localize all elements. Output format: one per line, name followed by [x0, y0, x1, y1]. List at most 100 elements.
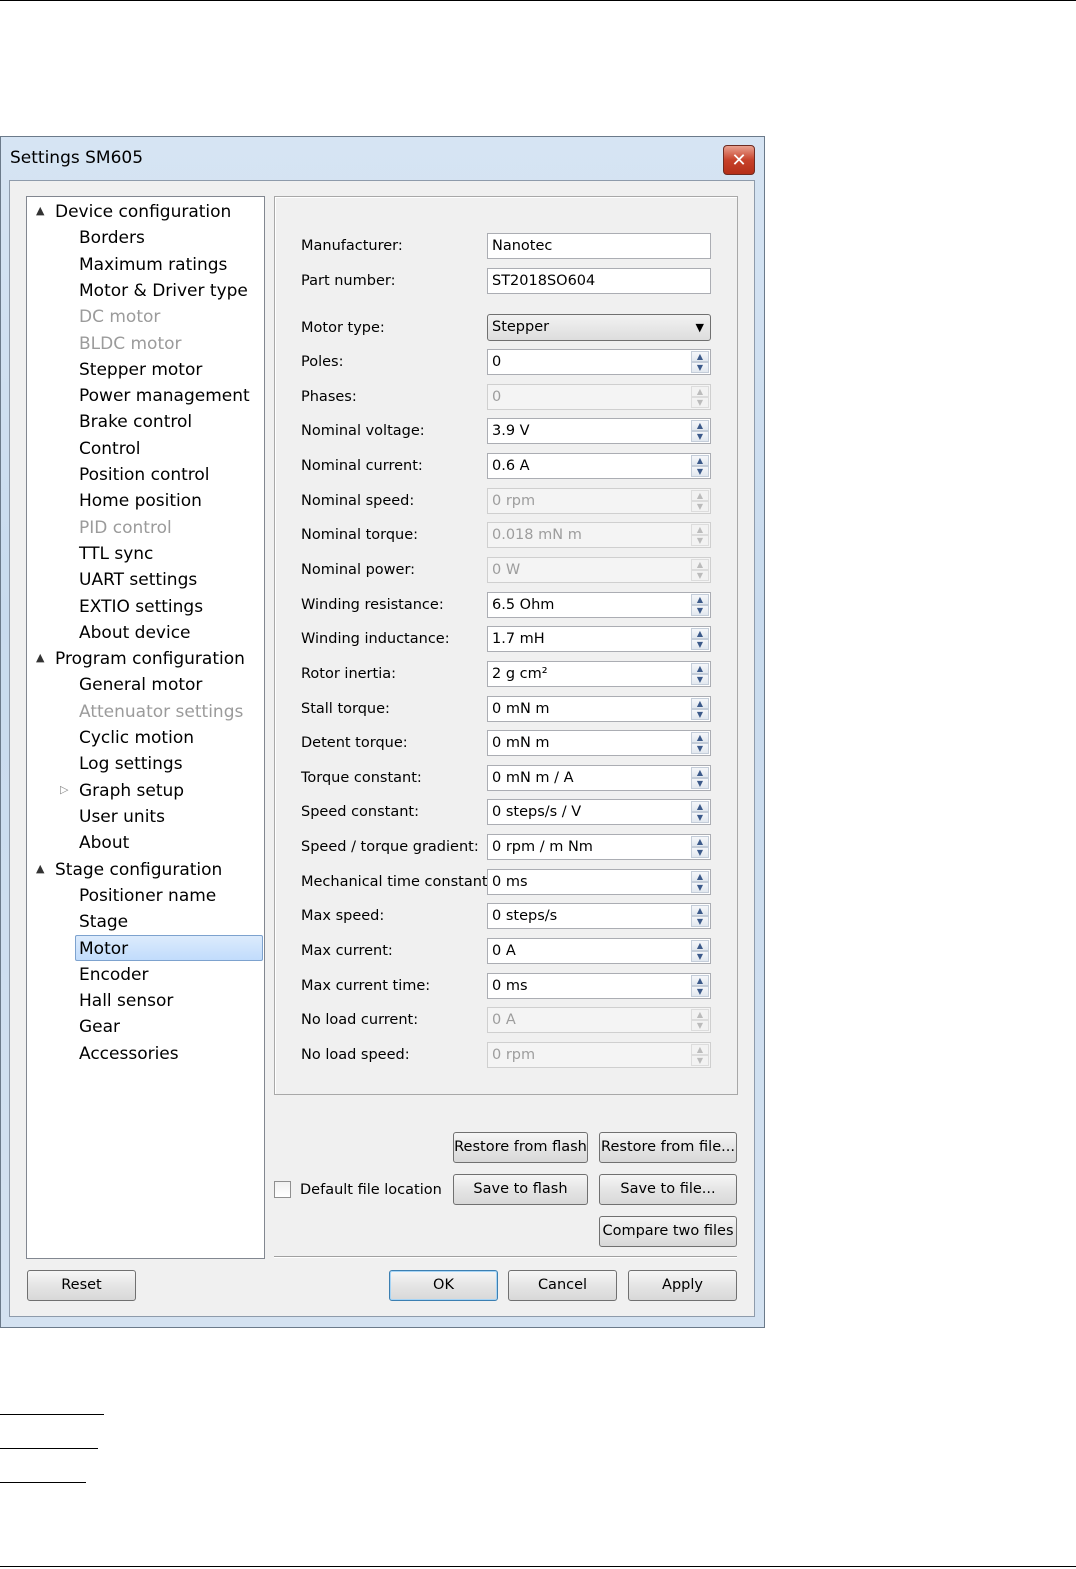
spin-up-icon[interactable]: ▲: [691, 663, 709, 674]
spin-input[interactable]: 0 rpm / m Nm ▲ ▼: [487, 834, 711, 860]
spin-input[interactable]: 0 steps/s ▲ ▼: [487, 903, 711, 929]
tree-item[interactable]: Motor: [75, 935, 263, 961]
spin-input[interactable]: 6.5 Ohm ▲ ▼: [487, 592, 711, 618]
spin-down-icon[interactable]: ▼: [691, 674, 709, 685]
tree-item[interactable]: TTL sync: [79, 541, 153, 567]
spin-buttons[interactable]: ▲ ▼: [691, 628, 709, 650]
tree-item[interactable]: Encoder: [79, 962, 149, 988]
spin-down-icon[interactable]: ▼: [691, 639, 709, 650]
spin-down-icon[interactable]: ▼: [691, 882, 709, 893]
spin-input[interactable]: 3.9 V ▲ ▼: [487, 418, 711, 444]
spin-buttons[interactable]: ▲ ▼: [691, 351, 709, 373]
tree-item[interactable]: Stage: [79, 909, 128, 935]
spin-buttons[interactable]: ▲ ▼: [691, 732, 709, 754]
tree-item[interactable]: PID control: [79, 515, 172, 541]
tree-item[interactable]: EXTIO settings: [79, 594, 203, 620]
tree-item[interactable]: Brake control: [79, 409, 192, 435]
spin-up-icon[interactable]: ▲: [691, 628, 709, 639]
cancel-button[interactable]: Cancel: [508, 1270, 617, 1301]
tree-item[interactable]: Home position: [79, 488, 202, 514]
tree-item[interactable]: Motor & Driver type: [79, 278, 248, 304]
collapse-arrow-icon[interactable]: ▲: [36, 204, 44, 217]
tree-item[interactable]: Cyclic motion: [79, 725, 194, 751]
default-file-location-checkbox[interactable]: [274, 1181, 291, 1198]
spin-down-icon[interactable]: ▼: [691, 847, 709, 858]
spin-up-icon[interactable]: ▲: [691, 698, 709, 709]
tree-item[interactable]: About: [79, 830, 129, 856]
tree-item[interactable]: Stage configuration: [55, 857, 222, 883]
reset-button[interactable]: Reset: [27, 1270, 136, 1301]
spin-up-icon[interactable]: ▲: [691, 420, 709, 431]
spin-up-icon[interactable]: ▲: [691, 351, 709, 362]
close-button[interactable]: ✕: [723, 145, 755, 175]
manufacturer-input[interactable]: Nanotec: [487, 233, 711, 259]
spin-up-icon[interactable]: ▲: [691, 767, 709, 778]
spin-input[interactable]: 0 mN m ▲ ▼: [487, 696, 711, 722]
ok-button[interactable]: OK: [389, 1270, 498, 1301]
apply-button[interactable]: Apply: [628, 1270, 737, 1301]
spin-down-icon[interactable]: ▼: [691, 362, 709, 373]
spin-up-icon[interactable]: ▲: [691, 836, 709, 847]
tree-item[interactable]: Graph setup: [79, 778, 184, 804]
spin-up-icon[interactable]: ▲: [691, 594, 709, 605]
tree-item[interactable]: Position control: [79, 462, 210, 488]
spin-up-icon[interactable]: ▲: [691, 871, 709, 882]
tree-item[interactable]: Program configuration: [55, 646, 245, 672]
spin-buttons[interactable]: ▲ ▼: [691, 594, 709, 616]
spin-input[interactable]: 0 ▲ ▼: [487, 349, 711, 375]
spin-down-icon[interactable]: ▼: [691, 709, 709, 720]
tree-item[interactable]: Control: [79, 436, 140, 462]
restore-from-flash-button[interactable]: Restore from flash: [453, 1132, 588, 1163]
spin-up-icon[interactable]: ▲: [691, 455, 709, 466]
spin-down-icon[interactable]: ▼: [691, 951, 709, 962]
spin-buttons[interactable]: ▲ ▼: [691, 975, 709, 997]
spin-input[interactable]: 2 g cm² ▲ ▼: [487, 661, 711, 687]
spin-input[interactable]: 0 ms ▲ ▼: [487, 973, 711, 999]
spin-up-icon[interactable]: ▲: [691, 905, 709, 916]
tree-item[interactable]: Gear: [79, 1014, 120, 1040]
collapse-arrow-icon[interactable]: ▲: [36, 862, 44, 875]
spin-buttons[interactable]: ▲ ▼: [691, 420, 709, 442]
spin-buttons[interactable]: ▲ ▼: [691, 836, 709, 858]
tree-item[interactable]: Accessories: [79, 1041, 179, 1067]
tree-item[interactable]: Log settings: [79, 751, 183, 777]
tree-item[interactable]: BLDC motor: [79, 331, 182, 357]
spin-buttons[interactable]: ▲ ▼: [691, 455, 709, 477]
spin-buttons[interactable]: ▲ ▼: [691, 801, 709, 823]
spin-buttons[interactable]: ▲ ▼: [691, 698, 709, 720]
tree-item[interactable]: DC motor: [79, 304, 160, 330]
spin-buttons[interactable]: ▲ ▼: [691, 905, 709, 927]
spin-down-icon[interactable]: ▼: [691, 466, 709, 477]
tree-item[interactable]: Device configuration: [55, 199, 231, 225]
save-to-file-button[interactable]: Save to file...: [599, 1174, 737, 1205]
spin-buttons[interactable]: ▲ ▼: [691, 871, 709, 893]
spin-down-icon[interactable]: ▼: [691, 778, 709, 789]
tree-item[interactable]: Maximum ratings: [79, 252, 227, 278]
restore-from-file-button[interactable]: Restore from file...: [599, 1132, 737, 1163]
spin-down-icon[interactable]: ▼: [691, 812, 709, 823]
spin-input[interactable]: 1.7 mH ▲ ▼: [487, 626, 711, 652]
spin-down-icon[interactable]: ▼: [691, 986, 709, 997]
spin-input[interactable]: 0 A ▲ ▼: [487, 938, 711, 964]
tree-item[interactable]: About device: [79, 620, 191, 646]
tree-item[interactable]: Stepper motor: [79, 357, 202, 383]
save-to-flash-button[interactable]: Save to flash: [453, 1174, 588, 1205]
expand-arrow-icon[interactable]: ▷: [60, 783, 68, 796]
spin-up-icon[interactable]: ▲: [691, 801, 709, 812]
tree-item[interactable]: General motor: [79, 672, 202, 698]
spin-up-icon[interactable]: ▲: [691, 732, 709, 743]
collapse-arrow-icon[interactable]: ▲: [36, 651, 44, 664]
spin-buttons[interactable]: ▲ ▼: [691, 940, 709, 962]
tree-item[interactable]: Positioner name: [79, 883, 216, 909]
tree-item[interactable]: Power management: [79, 383, 250, 409]
spin-input[interactable]: 0 steps/s / V ▲ ▼: [487, 799, 711, 825]
part-number-input[interactable]: ST2018SO604: [487, 268, 711, 294]
spin-up-icon[interactable]: ▲: [691, 975, 709, 986]
spin-down-icon[interactable]: ▼: [691, 431, 709, 442]
compare-two-files-button[interactable]: Compare two files: [599, 1216, 737, 1247]
spin-buttons[interactable]: ▲ ▼: [691, 663, 709, 685]
motor-type-select[interactable]: Stepper ▼: [487, 314, 711, 341]
spin-input[interactable]: 0.6 A ▲ ▼: [487, 453, 711, 479]
spin-up-icon[interactable]: ▲: [691, 940, 709, 951]
spin-input[interactable]: 0 mN m ▲ ▼: [487, 730, 711, 756]
